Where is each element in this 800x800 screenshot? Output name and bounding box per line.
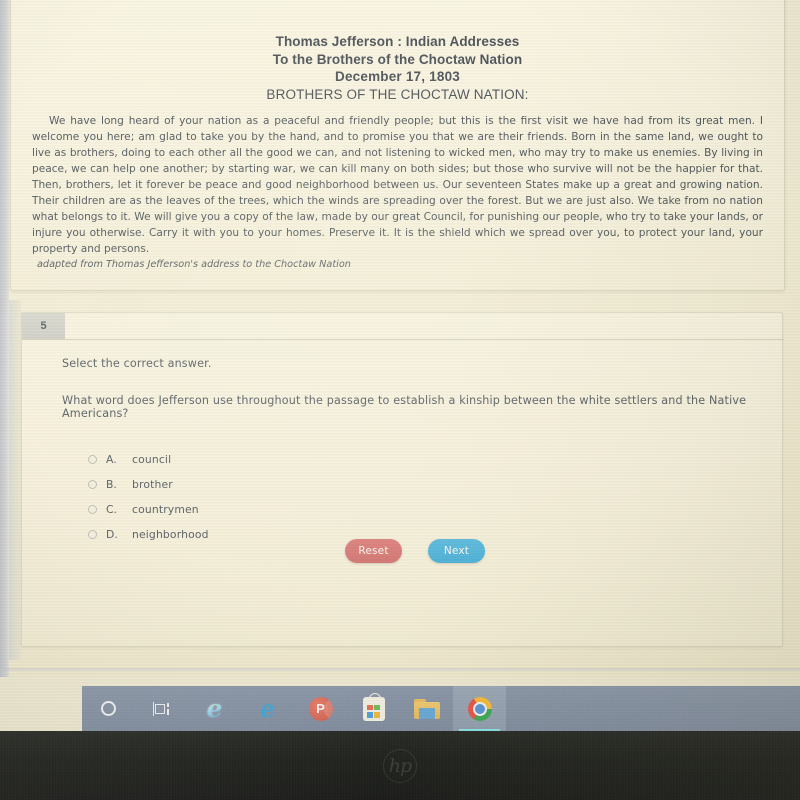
passage-title-block: Thomas Jefferson : Indian Addresses To t…: [11, 33, 784, 102]
passage-body-text: We have long heard of your nation as a p…: [32, 114, 763, 256]
option-text: neighborhood: [132, 528, 209, 541]
store-grid: [367, 704, 380, 718]
option-letter: A.: [106, 453, 117, 466]
cortana-circle-icon: [101, 701, 116, 716]
taskbar-item-task-view[interactable]: [135, 686, 188, 731]
radio-button-icon[interactable]: [88, 480, 97, 489]
question-actions: Reset Next: [345, 539, 485, 563]
passage-title-line-1: Thomas Jefferson : Indian Addresses: [275, 34, 520, 49]
passage-title-line-3: December 17, 1803: [335, 69, 460, 84]
powerpoint-icon: P: [308, 696, 333, 721]
question-stem: What word does Jefferson use throughout …: [62, 394, 747, 420]
microsoft-store-icon: [362, 692, 385, 721]
reset-button[interactable]: Reset: [345, 539, 402, 563]
passage-title-line-4: BROTHERS OF THE CHOCTAW NATION:: [266, 86, 529, 102]
windows-taskbar: e e P: [82, 686, 800, 731]
page-left-gutter: [0, 0, 9, 677]
taskbar-item-file-explorer[interactable]: [400, 686, 453, 731]
option-text: council: [132, 453, 172, 466]
radio-button-icon[interactable]: [88, 455, 97, 464]
page-left-shadow: [9, 300, 21, 660]
option-letter: D.: [106, 528, 118, 541]
option-text: brother: [132, 478, 173, 491]
taskbar-item-microsoft-edge[interactable]: e: [241, 686, 294, 731]
answer-option-c[interactable]: C. countrymen: [88, 497, 782, 522]
internet-explorer-icon: e: [206, 694, 223, 723]
option-letter: C.: [106, 503, 117, 516]
task-view-icon: [152, 701, 171, 716]
passage-attribution: adapted from Thomas Jefferson's address …: [37, 259, 351, 271]
option-text: countrymen: [132, 503, 199, 516]
screen-area: Thomas Jefferson : Indian Addresses To t…: [0, 0, 800, 731]
taskbar-item-internet-explorer[interactable]: e: [188, 686, 241, 731]
laptop-screen-photo: Thomas Jefferson : Indian Addresses To t…: [0, 0, 800, 800]
taskbar-item-microsoft-store[interactable]: [347, 686, 400, 731]
answer-options: A. council B. brother C. countrymen D. n…: [62, 447, 782, 547]
browser-page: Thomas Jefferson : Indian Addresses To t…: [0, 0, 800, 677]
question-header-divider: [22, 339, 784, 340]
passage-card: Thomas Jefferson : Indian Addresses To t…: [10, 0, 785, 291]
option-letter: B.: [106, 478, 117, 491]
answer-option-b[interactable]: B. brother: [88, 472, 782, 497]
chrome-icon: [467, 696, 492, 721]
microsoft-edge-icon: e: [259, 693, 276, 723]
radio-button-icon[interactable]: [88, 505, 97, 514]
question-number-tab: 5: [22, 313, 65, 339]
next-button[interactable]: Next: [428, 539, 485, 563]
hp-logo: hp: [383, 748, 417, 783]
question-card: 5 Select the correct answer. What word d…: [21, 312, 784, 647]
file-explorer-icon: [413, 698, 440, 719]
question-content: Select the correct answer. What word doe…: [22, 313, 782, 547]
screen-banding: [0, 668, 800, 672]
radio-button-icon[interactable]: [88, 530, 97, 539]
laptop-bezel: hp: [0, 731, 800, 800]
passage-body: We have long heard of your nation as a p…: [32, 113, 763, 258]
passage-title-line-2: To the Brothers of the Choctaw Nation: [272, 51, 523, 67]
taskbar-item-cortana[interactable]: [82, 686, 135, 731]
taskbar-item-powerpoint[interactable]: P: [294, 686, 347, 731]
taskbar-item-google-chrome[interactable]: [453, 686, 506, 731]
question-instruction: Select the correct answer.: [62, 357, 212, 370]
answer-option-a[interactable]: A. council: [88, 447, 782, 472]
